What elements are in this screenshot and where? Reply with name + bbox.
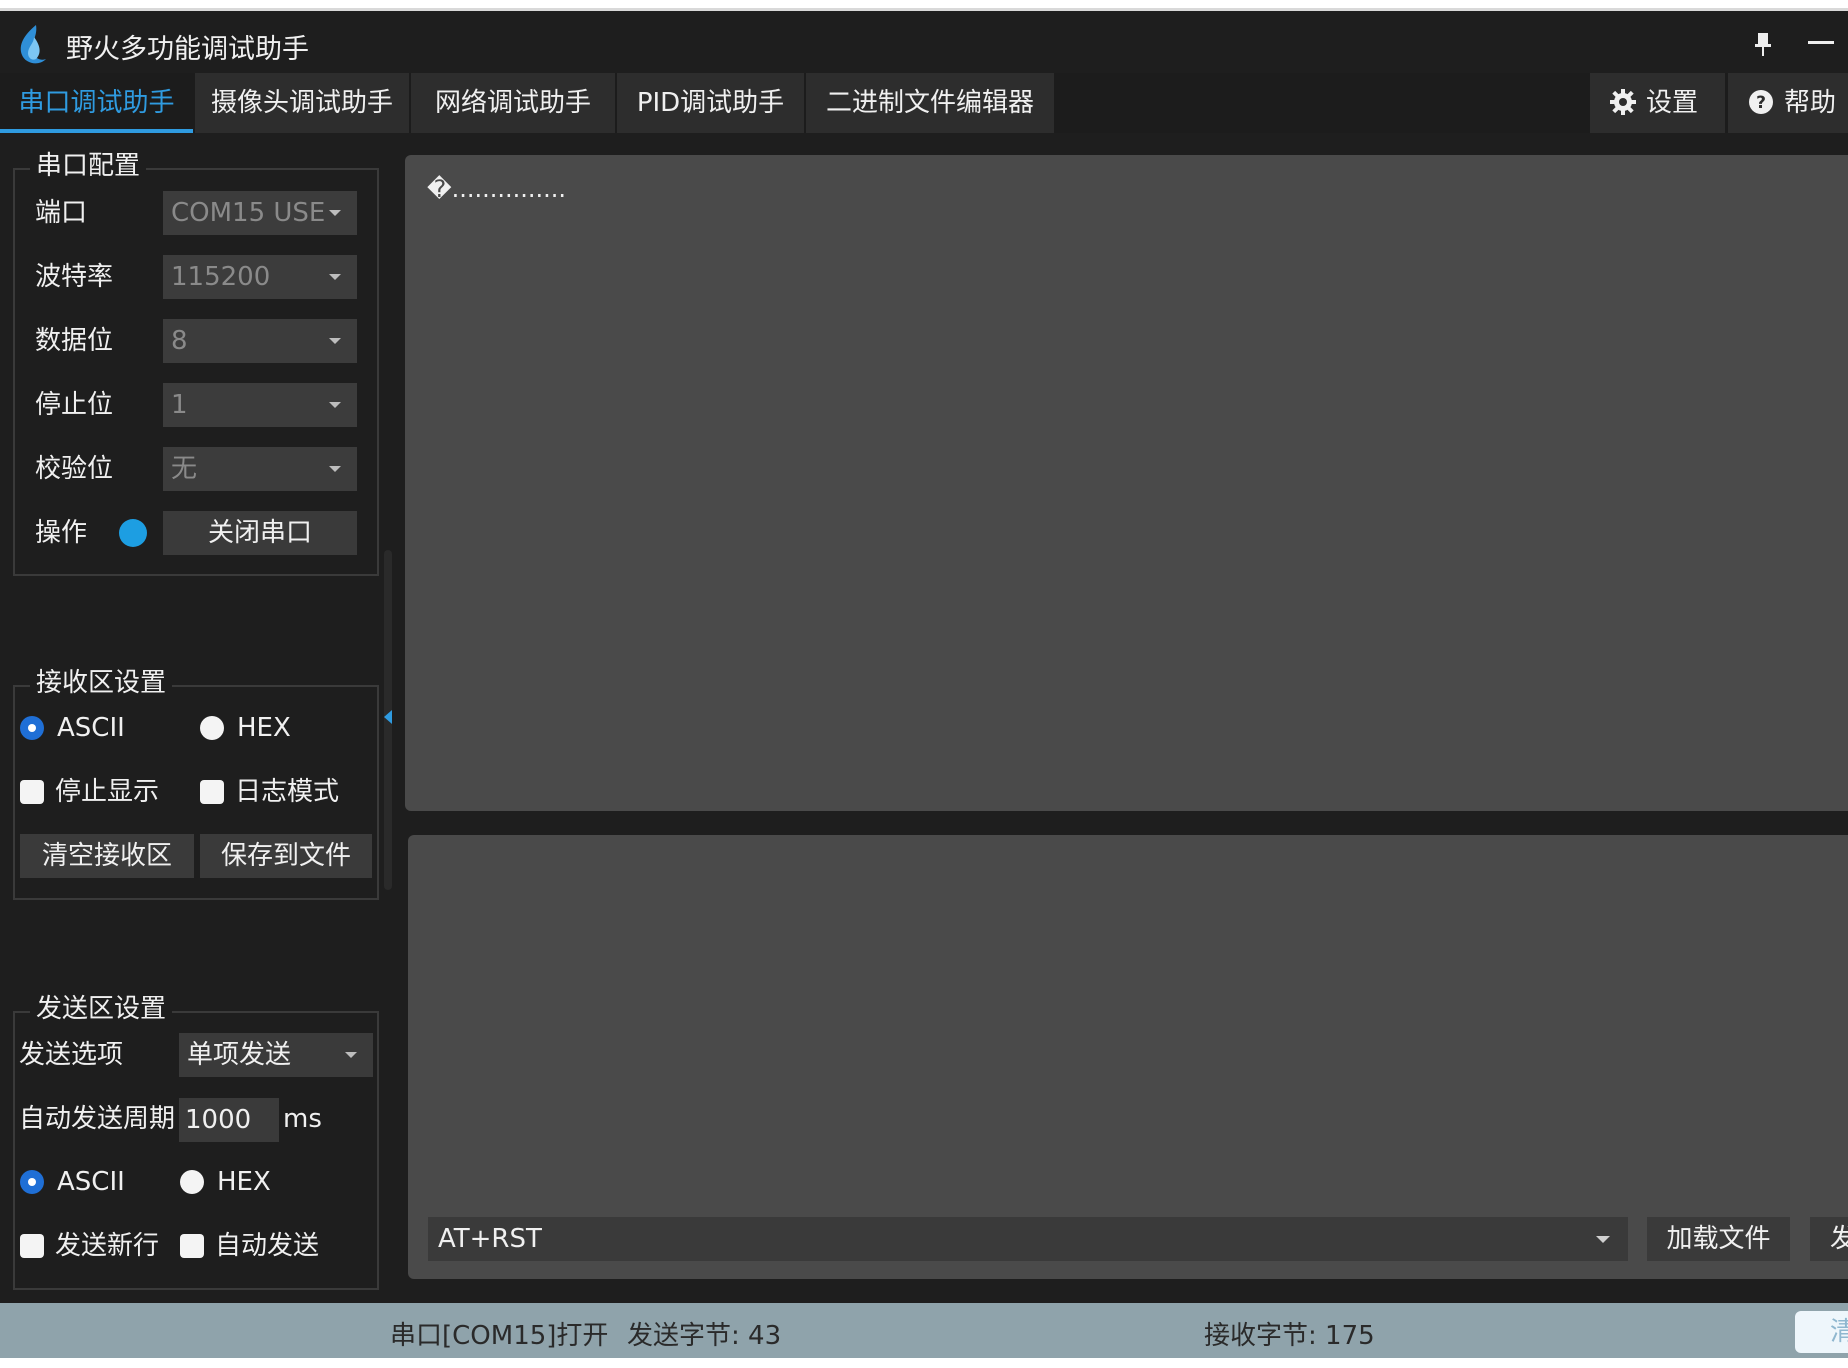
receive-ascii-label: ASCII [57, 713, 125, 743]
send-option-value: 单项发送 [187, 1040, 292, 1070]
tab-bar: 串口调试助手 摄像头调试助手 网络调试助手 PID调试助手 二进制文件编辑器 设… [0, 73, 1848, 133]
port-value: COM15 USE [171, 198, 326, 228]
receive-hex-radio[interactable] [200, 716, 224, 740]
title-bar: 野火多功能调试助手 [0, 11, 1848, 73]
chevron-down-icon [329, 210, 341, 216]
operation-label: 操作 [35, 518, 88, 548]
tab-camera-assistant[interactable]: 摄像头调试助手 [195, 73, 409, 133]
tab-binary-editor[interactable]: 二进制文件编辑器 [806, 73, 1054, 133]
stopbits-value: 1 [171, 390, 188, 420]
baud-value: 115200 [171, 262, 271, 292]
clear-counters-button[interactable]: 清 [1795, 1311, 1848, 1353]
chevron-down-icon [345, 1052, 357, 1058]
databits-label: 数据位 [35, 326, 114, 356]
app-window: 野火多功能调试助手 串口调试助手 摄像头调试助手 网络调试助手 PID调试助手 … [0, 0, 1848, 1368]
receive-textarea[interactable]: �............... [405, 155, 1848, 811]
stopbits-select[interactable]: 1 [163, 383, 357, 427]
close-port-button[interactable]: 关闭串口 [163, 511, 357, 555]
parity-label: 校验位 [35, 454, 114, 484]
stop-display-checkbox[interactable] [20, 780, 44, 804]
send-option-label: 发送选项 [19, 1040, 124, 1070]
baud-select[interactable]: 115200 [163, 255, 357, 299]
auto-period-label: 自动发送周期 [19, 1104, 176, 1134]
send-newline-checkbox[interactable] [20, 1234, 44, 1258]
help-label: 帮助 [1784, 88, 1837, 118]
save-to-file-button[interactable]: 保存到文件 [200, 834, 372, 878]
settings-button[interactable]: 设置 [1590, 73, 1725, 133]
chevron-down-icon [329, 274, 341, 280]
settings-label: 设置 [1646, 88, 1699, 118]
pin-glyph-icon [1755, 33, 1771, 56]
send-ascii-radio[interactable] [20, 1170, 44, 1194]
tab-pid-assistant[interactable]: PID调试助手 [617, 73, 804, 133]
received-bytes-text: 接收字节: 175 [1204, 1321, 1375, 1351]
stop-display-label: 停止显示 [55, 777, 160, 807]
log-mode-label: 日志模式 [235, 777, 340, 807]
sent-bytes-text: 发送字节: 43 [627, 1321, 782, 1351]
help-button[interactable]: ? 帮助 [1728, 73, 1848, 133]
send-option-select[interactable]: 单项发送 [179, 1033, 373, 1077]
stopbits-label: 停止位 [35, 390, 114, 420]
collapse-left-icon[interactable] [384, 710, 392, 724]
receive-hex-label: HEX [237, 713, 291, 743]
send-textarea[interactable] [408, 835, 1848, 1279]
chevron-down-icon [329, 338, 341, 344]
flame-logo-icon [20, 25, 46, 64]
receive-settings-title: 接收区设置 [30, 668, 173, 698]
load-file-button[interactable]: 加载文件 [1647, 1217, 1790, 1261]
databits-select[interactable]: 8 [163, 319, 357, 363]
receive-ascii-radio[interactable] [20, 716, 44, 740]
send-hex-radio[interactable] [180, 1170, 204, 1194]
window-title: 野火多功能调试助手 [66, 34, 309, 65]
receive-content: �............... [427, 175, 567, 203]
pin-icon[interactable] [1748, 29, 1778, 59]
parity-value: 无 [171, 454, 198, 484]
send-hex-label: HEX [217, 1167, 271, 1197]
send-command-value: AT+RST [438, 1224, 542, 1254]
gear-icon [1610, 88, 1636, 115]
clear-receive-button[interactable]: 清空接收区 [20, 834, 194, 878]
send-button[interactable]: 发 [1810, 1217, 1848, 1261]
help-icon: ? [1749, 89, 1773, 114]
tab-network-assistant[interactable]: 网络调试助手 [411, 73, 615, 133]
auto-send-label: 自动发送 [215, 1231, 320, 1261]
port-select[interactable]: COM15 USE [163, 191, 357, 235]
status-bar: 串口[COM15]打开 发送字节: 43 接收字节: 175 清 [0, 1303, 1848, 1358]
auto-send-checkbox[interactable] [180, 1234, 204, 1258]
send-settings-title: 发送区设置 [30, 994, 173, 1024]
chevron-down-icon [329, 402, 341, 408]
send-newline-label: 发送新行 [55, 1231, 160, 1261]
send-command-select[interactable]: AT+RST [428, 1217, 1628, 1261]
chevron-down-icon [1596, 1236, 1610, 1243]
port-status-text: 串口[COM15]打开 [390, 1321, 609, 1351]
minimize-icon[interactable] [1808, 41, 1834, 44]
baud-label: 波特率 [35, 262, 114, 292]
auto-period-input[interactable]: 1000 [179, 1098, 279, 1142]
serial-config-title: 串口配置 [30, 151, 147, 181]
chevron-down-icon [329, 466, 341, 472]
port-status-led [119, 519, 147, 547]
log-mode-checkbox[interactable] [200, 780, 224, 804]
period-unit-label: ms [283, 1104, 322, 1134]
databits-value: 8 [171, 326, 188, 356]
send-ascii-label: ASCII [57, 1167, 125, 1197]
window-bottom-border [0, 1358, 1848, 1368]
tab-serial-assistant[interactable]: 串口调试助手 [0, 73, 193, 133]
svg-text:?: ? [1756, 93, 1766, 113]
parity-select[interactable]: 无 [163, 447, 357, 491]
port-label: 端口 [35, 198, 88, 228]
